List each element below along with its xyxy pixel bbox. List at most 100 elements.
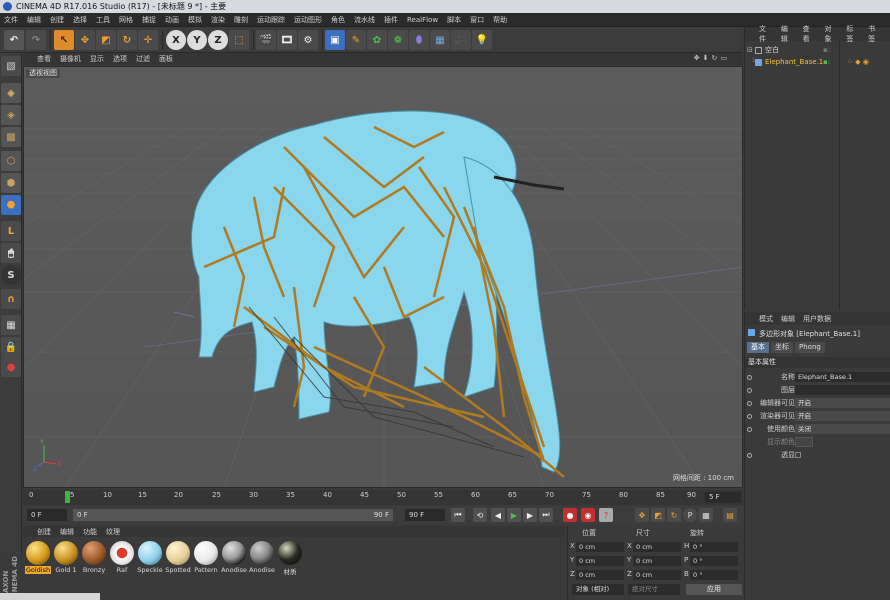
cube-primitive-icon[interactable]: ▣	[325, 30, 345, 50]
animate-radio[interactable]	[747, 375, 752, 380]
scale-icon[interactable]: ◩	[96, 30, 116, 50]
keyframe-selection-icon[interactable]: ?	[599, 508, 613, 522]
material-menu-function[interactable]: 功能	[83, 527, 97, 537]
size-mode-dropdown[interactable]: 绝对尺寸	[628, 584, 680, 595]
pen-spline-icon[interactable]: ✎	[346, 30, 366, 50]
menu-simulate[interactable]: 模拟	[188, 15, 202, 25]
attribute-menu-userdata[interactable]: 用户数据	[803, 314, 831, 324]
layer-field[interactable]	[795, 385, 890, 395]
material-tag-icon[interactable]: ⁘ ◆ ◉	[847, 57, 869, 68]
position-y-field[interactable]: 0 cm	[576, 556, 624, 566]
xray-checkbox[interactable]	[795, 452, 801, 458]
timeline-ruler[interactable]: 0 5 10 15 20 25 30 35 40 45 50 55 60 65 …	[23, 490, 743, 505]
menu-script[interactable]: 脚本	[447, 15, 461, 25]
display-color-swatch[interactable]	[795, 437, 813, 447]
menu-sculpt[interactable]: 雕刻	[234, 15, 248, 25]
viewport-menu-camera[interactable]: 摄像机	[60, 54, 81, 64]
tweak-mode-icon[interactable]: 🖱	[1, 243, 21, 263]
edges-mode-icon[interactable]: ⬢	[1, 173, 21, 193]
menu-file[interactable]: 文件	[4, 15, 18, 25]
animate-radio[interactable]	[747, 388, 752, 393]
rotation-b-field[interactable]: 0 °	[690, 570, 738, 580]
material-menu-texture[interactable]: 纹理	[106, 527, 120, 537]
menu-mograph[interactable]: 运动图形	[294, 15, 322, 25]
x-axis-icon[interactable]: X	[166, 30, 186, 50]
viewport-menu-view[interactable]: 查看	[37, 54, 51, 64]
rotation-h-field[interactable]: 0 °	[690, 542, 738, 552]
array-icon[interactable]: ❁	[388, 30, 408, 50]
render-settings-icon[interactable]: ⚙	[298, 30, 318, 50]
model-mode-icon[interactable]: ◆	[1, 83, 21, 103]
size-z-field[interactable]: 0 cm	[633, 570, 681, 580]
floor-icon[interactable]: ▦	[430, 30, 450, 50]
menu-render[interactable]: 渲染	[211, 15, 225, 25]
menu-select[interactable]: 选择	[73, 15, 87, 25]
menu-create[interactable]: 创建	[50, 15, 64, 25]
viewport-menu-display[interactable]: 显示	[90, 54, 104, 64]
render-picture-viewer-icon[interactable]: 🎞	[277, 30, 297, 50]
attribute-menu-edit[interactable]: 编辑	[781, 314, 795, 324]
auto-key-icon[interactable]: ◉	[581, 508, 595, 522]
tab-phong[interactable]: Phong	[795, 342, 825, 353]
material-swatch[interactable]: Pattern	[193, 541, 219, 574]
object-menu-view[interactable]: 查看	[803, 24, 817, 44]
use-color-dropdown[interactable]: 关闭	[795, 424, 890, 434]
object-menu-objects[interactable]: 对象	[824, 24, 838, 44]
object-row-elephant[interactable]: └ Elephant_Base.1 ▪: ⁘ ◆ ◉	[747, 57, 887, 68]
rotate-icon[interactable]: ↻	[117, 30, 137, 50]
record-key-icon[interactable]: ●	[563, 508, 577, 522]
deformer-icon[interactable]: ⬮	[409, 30, 429, 50]
subdivision-surface-icon[interactable]: ✿	[367, 30, 387, 50]
material-swatch[interactable]: Goldish	[25, 541, 51, 574]
position-z-field[interactable]: 0 cm	[576, 570, 624, 580]
menu-motion-tracking[interactable]: 运动跟踪	[257, 15, 285, 25]
position-x-field[interactable]: 0 cm	[576, 542, 624, 552]
viewport-menu-filter[interactable]: 过滤	[136, 54, 150, 64]
menu-tools[interactable]: 工具	[96, 15, 110, 25]
menu-realflow[interactable]: RealFlow	[407, 16, 438, 24]
material-swatch[interactable]: Gold 1	[53, 541, 79, 574]
rotation-p-field[interactable]: 0 °	[690, 556, 738, 566]
visibility-toggle-icon[interactable]: ▪:	[823, 57, 830, 68]
size-x-field[interactable]: 0 cm	[633, 542, 681, 552]
python-icon[interactable]: ●	[1, 357, 21, 377]
render-visible-dropdown[interactable]: 开启	[795, 411, 890, 421]
key-parameter-icon[interactable]: P	[683, 508, 697, 522]
material-swatch[interactable]: Bronzy	[81, 541, 107, 574]
current-frame-field[interactable]: 5 F	[705, 492, 741, 503]
menu-animate[interactable]: 动画	[165, 15, 179, 25]
z-axis-icon[interactable]: Z	[208, 30, 228, 50]
polygons-mode-icon[interactable]: ⬣	[1, 195, 21, 215]
menu-character[interactable]: 角色	[331, 15, 345, 25]
frame-range-slider[interactable]: 0 F 90 F	[73, 509, 393, 521]
next-frame-icon[interactable]: ▶	[523, 508, 537, 522]
live-selection-icon[interactable]: ↖	[54, 30, 74, 50]
texture-mode-icon[interactable]: ◈	[1, 105, 21, 125]
attribute-menu-mode[interactable]: 模式	[759, 314, 773, 324]
material-swatch[interactable]: Spotted	[165, 541, 191, 574]
make-editable-icon[interactable]: ▧	[1, 56, 21, 76]
coord-mode-dropdown[interactable]: 对象 (相对)	[572, 584, 624, 595]
menu-mesh[interactable]: 网格	[119, 15, 133, 25]
menu-edit[interactable]: 编辑	[27, 15, 41, 25]
object-menu-file[interactable]: 文件	[759, 24, 773, 44]
material-menu-create[interactable]: 创建	[37, 527, 51, 537]
magnet-icon[interactable]: ∩	[1, 289, 21, 309]
camera-icon[interactable]: 🎥	[451, 30, 471, 50]
animate-radio[interactable]	[747, 414, 752, 419]
tree-expand-icon[interactable]: ⊟	[747, 45, 753, 56]
play-icon[interactable]: ▶	[507, 508, 521, 522]
key-rotation-icon[interactable]: ↻	[667, 508, 681, 522]
size-y-field[interactable]: 0 cm	[633, 556, 681, 566]
name-field[interactable]: Elephant_Base.1	[795, 372, 890, 382]
key-scale-icon[interactable]: ◩	[651, 508, 665, 522]
workplane-mode-icon[interactable]: ▩	[1, 127, 21, 147]
material-swatch[interactable]: Anodise	[221, 541, 247, 574]
menu-snap[interactable]: 捕捉	[142, 15, 156, 25]
coordinate-system-icon[interactable]: ⬚	[229, 30, 249, 50]
key-pla-icon[interactable]: ▦	[699, 508, 713, 522]
viewport-name-label[interactable]: 透视视图	[26, 69, 60, 78]
viewport-navigation-icons[interactable]: ✥⬇↻▭	[694, 54, 730, 62]
enable-axis-icon[interactable]: L	[1, 221, 21, 241]
material-swatch[interactable]: Anodise	[249, 541, 275, 574]
